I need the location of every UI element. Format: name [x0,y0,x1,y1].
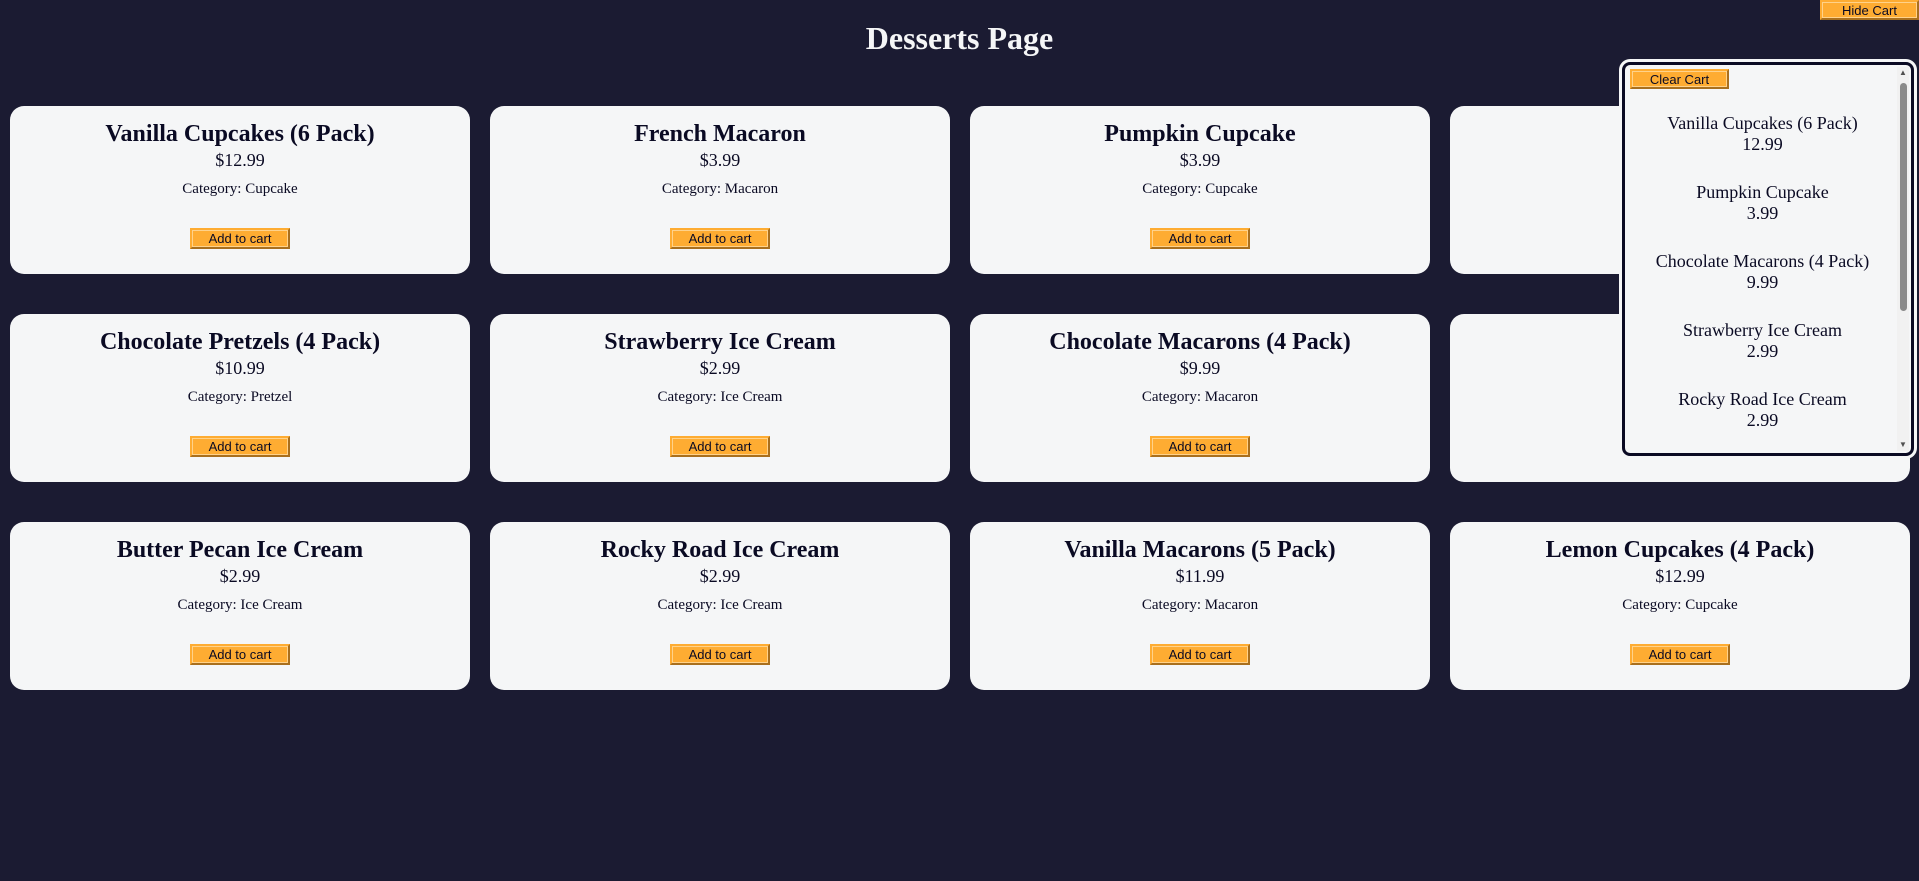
dessert-category: Category: Pretzel [187,389,293,405]
dessert-card: Chocolate Macarons (4 Pack) $9.99 Catego… [970,314,1430,482]
dessert-name: Pumpkin Cupcake [1104,121,1296,147]
clear-cart-button[interactable]: Clear Cart [1630,69,1729,89]
dessert-category: Category: Ice Cream [657,597,783,613]
add-to-cart-button[interactable]: Add to cart [190,228,290,249]
dessert-card: Strawberry Ice Cream $2.99 Category: Ice… [490,314,950,482]
dessert-price: $2.99 [699,566,741,586]
cart-scrollbar[interactable]: ▲ ▼ [1897,67,1909,451]
add-to-cart-button[interactable]: Add to cart [670,644,770,665]
add-to-cart-button[interactable]: Add to cart [1150,436,1250,457]
cart-item: Strawberry Ice Cream 2.99 [1625,320,1900,389]
dessert-card: Rocky Road Ice Cream $2.99 Category: Ice… [490,522,950,690]
dessert-name: French Macaron [634,121,806,147]
dessert-price: $3.99 [1179,150,1221,170]
dessert-name: Butter Pecan Ice Cream [116,537,364,563]
dessert-price: $10.99 [215,358,265,378]
dessert-card: Chocolate Pretzels (4 Pack) $10.99 Categ… [10,314,470,482]
cart-item: Chocolate Macarons (4 Pack) 9.99 [1625,251,1900,320]
dessert-card: French Macaron $3.99 Category: Macaron A… [490,106,950,274]
cart-item-name: Pumpkin Cupcake [1696,182,1829,202]
cart-panel[interactable]: Clear Cart Vanilla Cupcakes (6 Pack) 12.… [1622,62,1914,456]
add-to-cart-button[interactable]: Add to cart [1150,644,1250,665]
dessert-price: $9.99 [1179,358,1221,378]
dessert-price: $2.99 [699,358,741,378]
cart-item-price: 3.99 [1746,203,1779,223]
cart-item: Vanilla Cupcakes (6 Pack) 12.99 [1625,113,1900,182]
add-to-cart-button[interactable]: Add to cart [670,228,770,249]
cart-item-name: Vanilla Cupcakes (6 Pack) [1667,113,1858,133]
cart-item-name: Strawberry Ice Cream [1683,320,1842,340]
dessert-category: Category: Cupcake [1142,181,1258,197]
cart-item-list: Vanilla Cupcakes (6 Pack) 12.99 Pumpkin … [1625,113,1900,453]
dessert-category: Category: Ice Cream [657,389,783,405]
dessert-name: Rocky Road Ice Cream [600,537,840,563]
dessert-category: Category: Macaron [661,181,779,197]
scroll-down-arrow-icon[interactable]: ▼ [1897,439,1909,451]
cart-item: Rocky Road Ice Cream 2.99 [1625,389,1900,453]
dessert-category: Category: Cupcake [1622,597,1738,613]
dessert-price: $12.99 [1655,566,1705,586]
dessert-category: Category: Ice Cream [177,597,303,613]
dessert-price: $2.99 [219,566,261,586]
cart-item-price: 2.99 [1746,410,1779,430]
cart-item-price: 2.99 [1746,341,1779,361]
page-title: Desserts Page [865,20,1054,56]
cart-item-name: Rocky Road Ice Cream [1678,389,1847,409]
dessert-name: Chocolate Pretzels (4 Pack) [99,329,381,355]
dessert-name: Strawberry Ice Cream [604,329,836,355]
dessert-card: Vanilla Cupcakes (6 Pack) $12.99 Categor… [10,106,470,274]
add-to-cart-button[interactable]: Add to cart [190,644,290,665]
dessert-card: Pumpkin Cupcake $3.99 Category: Cupcake … [970,106,1430,274]
dessert-category: Category: Macaron [1141,389,1259,405]
add-to-cart-button[interactable]: Add to cart [1630,644,1730,665]
hide-cart-button[interactable]: Hide Cart [1820,0,1919,20]
cart-item-price: 9.99 [1746,272,1779,292]
cart-item-price: 12.99 [1742,134,1783,154]
dessert-name: Vanilla Cupcakes (6 Pack) [105,121,375,147]
dessert-price: $11.99 [1175,566,1225,586]
scroll-up-arrow-icon[interactable]: ▲ [1897,67,1909,79]
dessert-card: Butter Pecan Ice Cream $2.99 Category: I… [10,522,470,690]
dessert-name: Vanilla Macarons (5 Pack) [1064,537,1336,563]
dessert-category: Category: Macaron [1141,597,1259,613]
add-to-cart-button[interactable]: Add to cart [1150,228,1250,249]
dessert-price: $3.99 [699,150,741,170]
cart-item-name: Chocolate Macarons (4 Pack) [1655,251,1870,271]
dessert-price: $12.99 [215,150,265,170]
dessert-card: Lemon Cupcakes (4 Pack) $12.99 Category:… [1450,522,1910,690]
add-to-cart-button[interactable]: Add to cart [190,436,290,457]
dessert-card: Vanilla Macarons (5 Pack) $11.99 Categor… [970,522,1430,690]
dessert-category: Category: Cupcake [182,181,298,197]
dessert-name: Lemon Cupcakes (4 Pack) [1545,537,1815,563]
scroll-thumb[interactable] [1900,83,1907,311]
add-to-cart-button[interactable]: Add to cart [670,436,770,457]
dessert-name: Chocolate Macarons (4 Pack) [1049,329,1351,355]
cart-item: Pumpkin Cupcake 3.99 [1625,182,1900,251]
